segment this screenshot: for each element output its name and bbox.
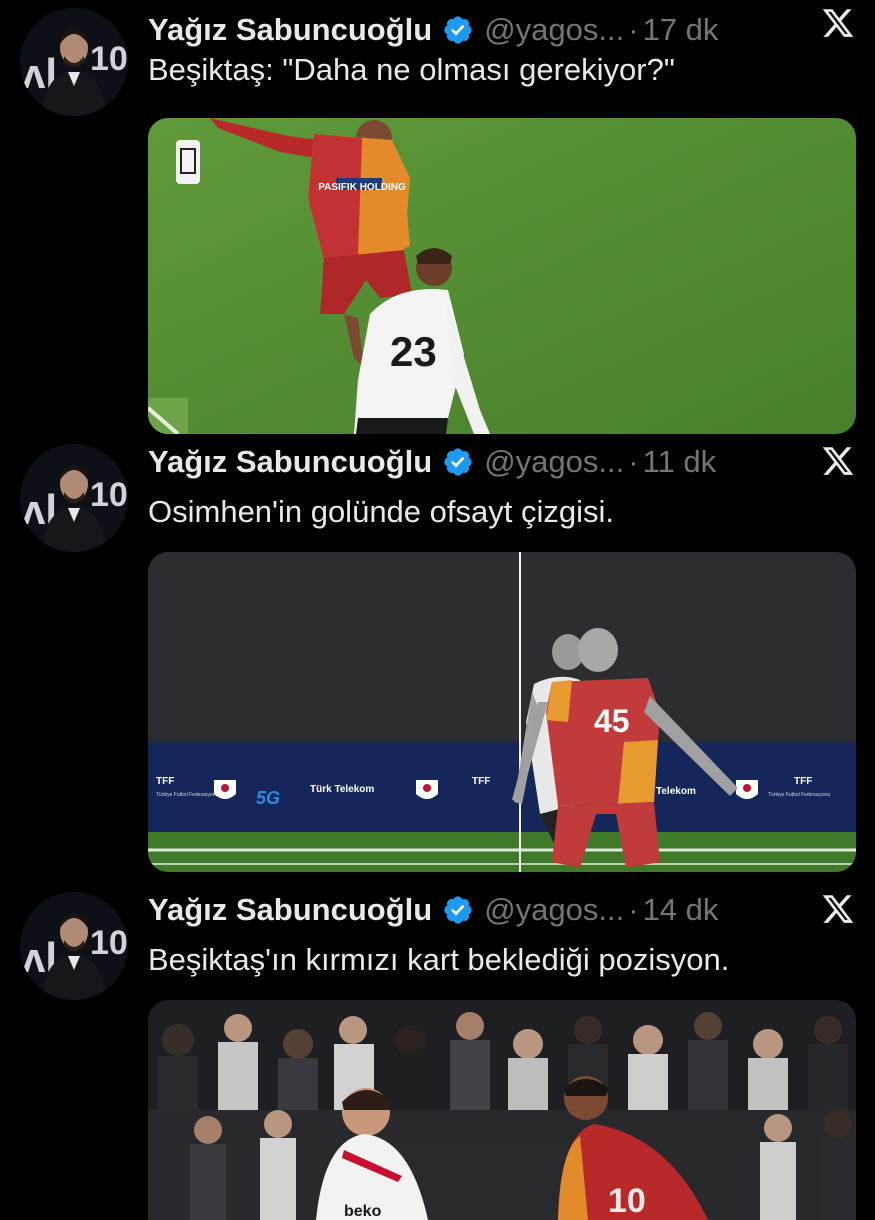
shirt-sponsor: PASIFIK HOLDING (318, 182, 406, 193)
tweet-video[interactable]: beko 10 (148, 1000, 856, 1220)
svg-text:10: 10 (90, 40, 128, 78)
x-logo-icon[interactable] (821, 6, 855, 40)
author-name[interactable]: Yağız Sabuncuoğlu (148, 12, 432, 48)
separator: · (628, 444, 639, 479)
jersey-number: 45 (594, 703, 630, 739)
timestamp[interactable]: 14 dk (643, 892, 719, 928)
timestamp[interactable]: 17 dk (643, 12, 719, 48)
avatar[interactable]: ʌl 10 (20, 892, 128, 1000)
tweet-text: Beşiktaş'ın kırmızı kart beklediği pozis… (148, 942, 730, 977)
x-logo-icon[interactable] (821, 892, 855, 926)
author-name[interactable]: Yağız Sabuncuoğlu (148, 444, 432, 480)
separator: · (628, 892, 639, 927)
tweet-text: Beşiktaş: "Daha ne olması gerekiyor?" (148, 52, 675, 87)
avatar[interactable]: ʌl 10 (20, 444, 128, 552)
board-tff-sub: Türkiye Futbol Federasyonu (768, 792, 830, 798)
board-telekom-short: Telekom (656, 786, 696, 797)
svg-text:10: 10 (90, 924, 128, 962)
author-name[interactable]: Yağız Sabuncuoğlu (148, 892, 432, 928)
separator: · (628, 12, 639, 47)
author-handle[interactable]: @yagos... (484, 12, 624, 48)
board-tff: TFF (156, 776, 174, 787)
board-tff-sub: Türkiye Futbol Federasyonu (156, 792, 218, 798)
x-logo-icon[interactable] (821, 444, 855, 478)
timestamp[interactable]: 11 dk (643, 444, 717, 480)
board-5g: 5G (256, 788, 280, 808)
tweet-video[interactable]: PASIFIK HOLDING 23 (148, 118, 856, 434)
author-handle[interactable]: @yagos... (484, 892, 624, 928)
author-handle[interactable]: @yagos... (484, 444, 624, 480)
avatar[interactable]: ʌl 10 (20, 8, 128, 116)
verified-badge-icon (444, 448, 472, 476)
club-crest-icon (176, 140, 200, 184)
tweet-video[interactable]: TFF Türkiye Futbol Federasyonu 5G Türk T… (148, 552, 856, 872)
tweet-text: Osimhen'in golünde ofsayt çizgisi. (148, 494, 614, 529)
verified-badge-icon (444, 16, 472, 44)
jersey-number: 10 (608, 1182, 646, 1220)
board-tff: TFF (472, 776, 490, 787)
board-telekom: Türk Telekom (310, 784, 374, 795)
verified-badge-icon (444, 896, 472, 924)
svg-text:10: 10 (90, 476, 128, 514)
board-tff: TFF (794, 776, 812, 787)
shirt-sponsor: beko (344, 1203, 382, 1220)
jersey-number: 23 (390, 328, 437, 375)
